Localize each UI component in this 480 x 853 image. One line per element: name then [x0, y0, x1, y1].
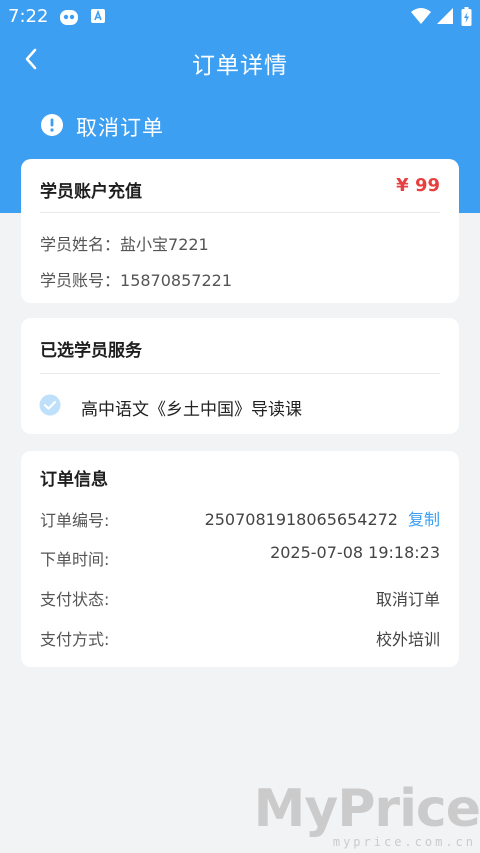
order-time-label: 下单时间: — [40, 550, 110, 569]
service-list-item: 高中语文《乡土中国》导读课 — [39, 394, 302, 420]
service-card-title: 已选学员服务 — [40, 341, 142, 361]
copy-button[interactable]: 复制 — [408, 510, 440, 529]
watermark-url: myprice.com.cn — [332, 835, 476, 849]
divider — [40, 212, 440, 213]
student-account-value: 15870857221 — [120, 271, 232, 290]
divider — [40, 373, 440, 374]
status-time: 7:22 — [8, 6, 49, 27]
selected-services-card: 已选学员服务 高中语文《乡土中国》导读课 — [21, 318, 459, 434]
text-notification-icon — [90, 7, 106, 30]
price-value: ¥ 99 — [396, 175, 440, 196]
order-info-title: 订单信息 — [40, 470, 108, 490]
account-recharge-card: 学员账户充值 ¥ 99 学员姓名：盐小宝7221 学员账号：1587085722… — [21, 159, 459, 303]
order-number-row: 2507081918065654272 复制 — [205, 506, 440, 530]
order-info-card: 订单信息 订单编号: 2507081918065654272 复制 下单时间: 2… — [21, 451, 459, 667]
order-number-label: 订单编号: — [40, 511, 110, 530]
app-notification-icon — [58, 7, 80, 32]
pay-method-value: 校外培训 — [375, 630, 440, 649]
pay-status-label: 支付状态: — [40, 590, 110, 609]
order-status-label: 取消订单 — [76, 116, 164, 140]
student-name-row: 学员姓名：盐小宝7221 — [40, 231, 209, 255]
account-card-title: 学员账户充值 — [40, 182, 142, 202]
student-account-label: 学员账号： — [40, 271, 121, 290]
pay-method-label: 支付方式: — [40, 630, 110, 649]
watermark-brand: MyPrice — [253, 779, 480, 839]
check-circle-icon — [39, 394, 61, 420]
page-title: 订单详情 — [192, 53, 288, 79]
signal-icon — [436, 7, 454, 30]
status-bar: 7:22 — [0, 0, 480, 34]
order-time-value: 2025-07-08 19:18:23 — [270, 543, 440, 562]
student-name-value: 盐小宝7221 — [120, 235, 209, 254]
watermark: MyPrice myprice.com.cn — [254, 783, 480, 849]
order-number-value: 2507081918065654272 — [204, 510, 398, 529]
pay-status-value: 取消订单 — [375, 590, 440, 609]
service-name: 高中语文《乡土中国》导读课 — [81, 399, 302, 420]
student-name-label: 学员姓名： — [40, 235, 121, 254]
battery-icon — [461, 7, 472, 32]
order-status-banner: 取消订单 — [40, 112, 164, 142]
exclamation-circle-icon — [40, 113, 64, 141]
wifi-icon — [410, 7, 432, 30]
student-account-row: 学员账号：15870857221 — [40, 267, 232, 291]
